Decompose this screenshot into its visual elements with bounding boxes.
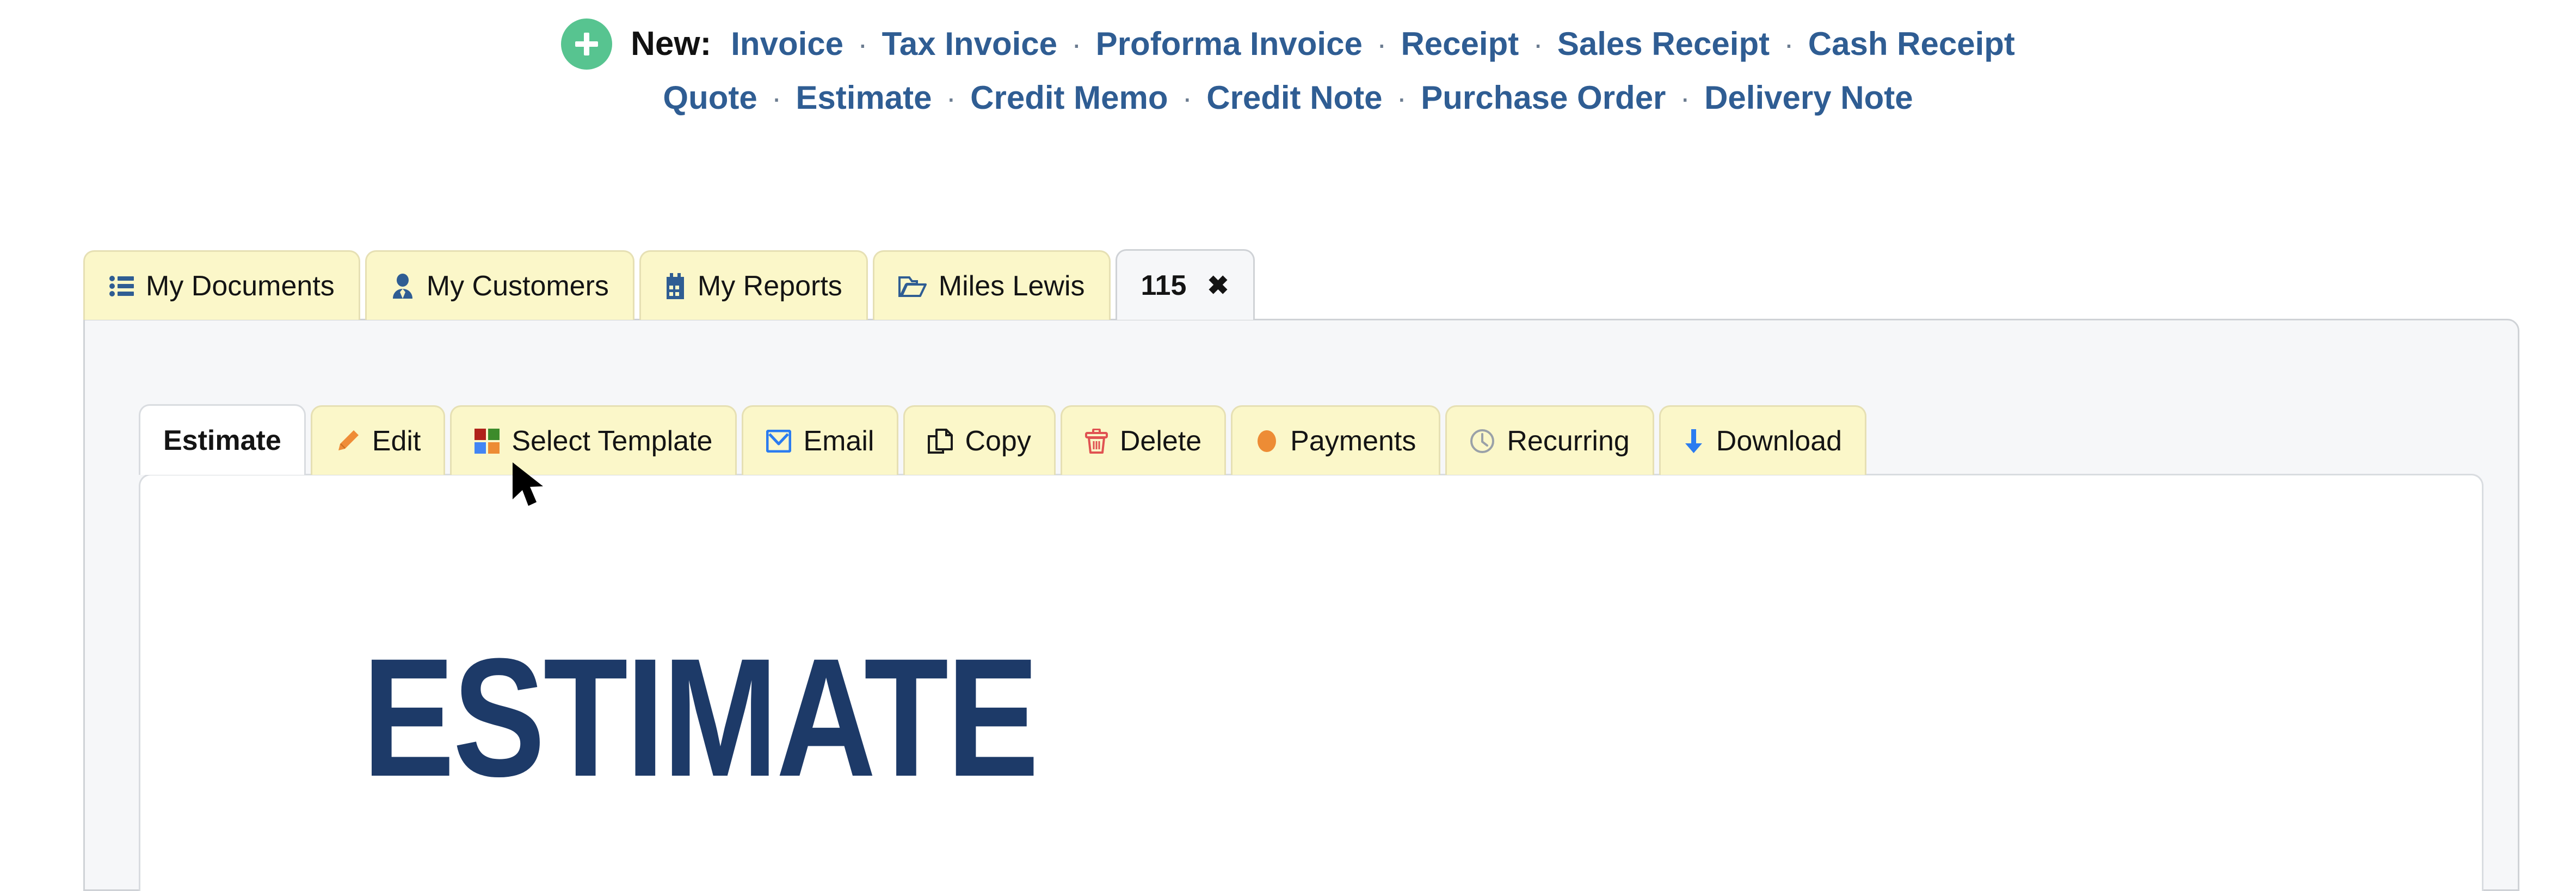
tab-miles-lewis[interactable]: Miles Lewis (872, 250, 1111, 320)
copy-button[interactable]: Copy (903, 405, 1056, 475)
estimate-document-preview: ESTIMATE (139, 474, 2483, 891)
separator: · (1071, 27, 1082, 61)
tab-my-documents[interactable]: My Documents (83, 250, 360, 320)
action-label: Edit (372, 425, 421, 457)
action-label: Estimate (163, 424, 281, 456)
quicklink-estimate[interactable]: Estimate (796, 82, 932, 114)
action-label: Copy (965, 425, 1031, 457)
separator: · (1376, 27, 1387, 61)
quicklink-tax-invoice[interactable]: Tax Invoice (882, 28, 1057, 60)
separator: · (1784, 27, 1794, 61)
pencil-icon (335, 429, 360, 454)
select-template-button[interactable]: Select Template (450, 405, 737, 475)
delete-button[interactable]: Delete (1060, 405, 1227, 475)
close-icon[interactable]: ✖ (1207, 270, 1229, 301)
user-icon (391, 273, 415, 299)
template-grid-icon (474, 428, 500, 454)
quicklink-credit-memo[interactable]: Credit Memo (970, 82, 1168, 114)
download-arrow-icon (1684, 428, 1704, 454)
main-tab-strip: My Documents My Customers My Reports Mil… (83, 249, 1255, 320)
payments-button[interactable]: Payments (1231, 405, 1441, 475)
quicklink-delivery-note[interactable]: Delivery Note (1704, 82, 1913, 114)
tab-my-customers[interactable]: My Customers (365, 250, 634, 320)
tab-label: Miles Lewis (938, 270, 1085, 302)
separator: · (771, 81, 782, 115)
action-label: Email (803, 425, 874, 457)
separator: · (946, 81, 957, 115)
tab-label: My Reports (697, 270, 842, 302)
calendar-icon (665, 273, 686, 299)
separator: · (1533, 27, 1543, 61)
clock-icon (1470, 429, 1495, 454)
quicklink-proforma-invoice[interactable]: Proforma Invoice (1096, 28, 1363, 60)
separator: · (858, 27, 868, 61)
tab-label: My Documents (146, 270, 335, 302)
action-label: Payments (1290, 425, 1416, 457)
tab-label: 115 (1141, 269, 1187, 301)
copy-icon (928, 428, 953, 454)
document-title: ESTIMATE (362, 623, 1039, 812)
tab-label: My Customers (426, 270, 609, 302)
quicklink-credit-note[interactable]: Credit Note (1206, 82, 1382, 114)
quicklinks-row-1: New: Invoice · Tax Invoice · Proforma In… (0, 18, 2576, 70)
document-action-toolbar: Estimate Edit Select Template Email Copy… (139, 404, 1867, 475)
action-label: Select Template (511, 425, 713, 457)
tab-document-115[interactable]: 115 ✖ (1115, 249, 1255, 320)
tab-my-reports[interactable]: My Reports (639, 250, 868, 320)
quicklink-quote[interactable]: Quote (663, 82, 757, 114)
separator: · (1680, 81, 1691, 115)
download-button[interactable]: Download (1659, 405, 1867, 475)
quicklink-invoice[interactable]: Invoice (731, 28, 843, 60)
quicklink-purchase-order[interactable]: Purchase Order (1421, 82, 1666, 114)
quicklink-cash-receipt[interactable]: Cash Receipt (1808, 28, 2015, 60)
circle-icon (1255, 429, 1278, 454)
action-label: Recurring (1507, 425, 1630, 457)
plus-circle-icon[interactable] (561, 18, 613, 70)
trash-icon (1084, 428, 1108, 454)
envelope-icon (766, 429, 792, 453)
separator: · (1396, 81, 1407, 115)
email-button[interactable]: Email (742, 405, 899, 475)
folder-open-icon (898, 274, 927, 298)
quicklinks-row-2: Quote · Estimate · Credit Memo · Credit … (0, 82, 2576, 114)
edit-button[interactable]: Edit (310, 405, 446, 475)
tab-estimate[interactable]: Estimate (139, 404, 306, 475)
separator: · (1182, 81, 1193, 115)
recurring-button[interactable]: Recurring (1445, 405, 1654, 475)
quicklink-receipt[interactable]: Receipt (1401, 28, 1519, 60)
quicklink-sales-receipt[interactable]: Sales Receipt (1557, 28, 1770, 60)
action-label: Delete (1119, 425, 1202, 457)
action-label: Download (1716, 425, 1842, 457)
new-document-quicklinks: New: Invoice · Tax Invoice · Proforma In… (0, 0, 2576, 114)
new-label: New: (631, 25, 712, 63)
list-icon (109, 274, 134, 299)
